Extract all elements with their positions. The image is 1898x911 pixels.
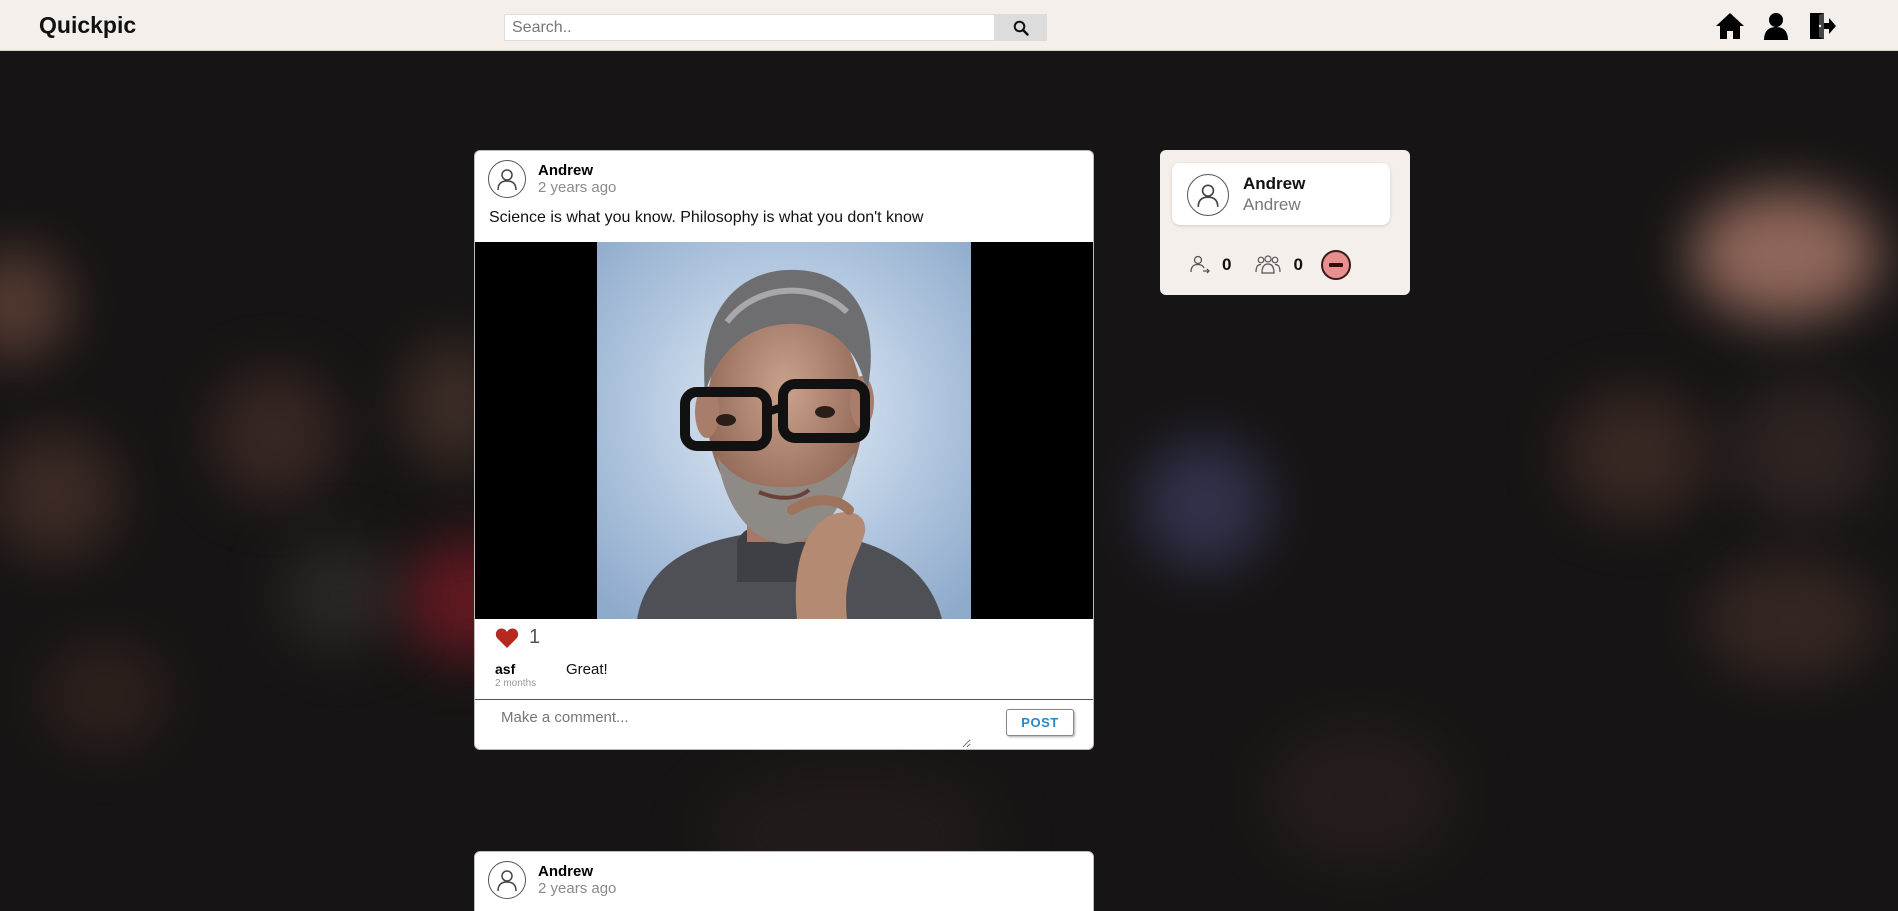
following-stat[interactable]: 0 xyxy=(1190,255,1231,275)
search-bar xyxy=(504,14,1047,41)
post-time: 2 years ago xyxy=(538,880,617,897)
user-avatar-icon xyxy=(497,870,517,892)
like-count: 1 xyxy=(529,626,541,648)
unfollow-button[interactable] xyxy=(1320,250,1351,280)
profile-stats: 0 0 xyxy=(1190,250,1351,280)
nav-icons xyxy=(1714,10,1838,42)
post-caption: Science is what you know. Philosophy is … xyxy=(489,209,924,226)
avatar[interactable] xyxy=(488,861,526,899)
post-author[interactable]: Andrew xyxy=(538,863,593,880)
profile-card: Andrew Andrew 0 0 xyxy=(1160,150,1410,295)
comment-text: Great! xyxy=(566,661,608,678)
post-header: Andrew 2 years ago xyxy=(475,151,1093,207)
post-author[interactable]: Andrew xyxy=(538,162,593,179)
post-image[interactable] xyxy=(597,242,971,619)
post-card: Andrew 2 years ago Science is what you k… xyxy=(474,150,1094,750)
user-avatar-icon xyxy=(497,169,517,191)
comment-item: asf 2 months xyxy=(495,661,536,689)
comment-input[interactable] xyxy=(483,702,971,748)
profile-name: Andrew xyxy=(1243,174,1306,193)
comment-user[interactable]: asf xyxy=(495,661,536,677)
home-icon[interactable] xyxy=(1714,10,1746,42)
search-input[interactable] xyxy=(504,14,995,41)
post-card: Andrew 2 years ago xyxy=(474,851,1094,911)
following-icon xyxy=(1190,255,1210,274)
top-navbar: Quickpic xyxy=(0,0,1898,51)
profile-avatar[interactable] xyxy=(1187,174,1229,216)
logout-icon[interactable] xyxy=(1806,10,1838,42)
user-avatar-icon xyxy=(1197,184,1219,207)
post-image-frame xyxy=(475,242,1093,619)
profile-icon[interactable] xyxy=(1760,10,1792,42)
profile-summary[interactable]: Andrew Andrew xyxy=(1172,163,1390,225)
post-header: Andrew 2 years ago xyxy=(475,852,1093,908)
search-icon xyxy=(1013,20,1029,36)
app-logo[interactable]: Quickpic xyxy=(39,12,136,39)
heart-icon[interactable] xyxy=(495,627,519,649)
followers-icon xyxy=(1255,255,1282,274)
followers-count: 0 xyxy=(1293,255,1303,274)
post-time: 2 years ago xyxy=(538,179,617,196)
followers-stat[interactable]: 0 xyxy=(1255,255,1303,275)
profile-username: Andrew xyxy=(1243,195,1301,214)
search-button[interactable] xyxy=(995,14,1047,41)
comment-time: 2 months xyxy=(495,678,537,689)
following-count: 0 xyxy=(1222,255,1232,274)
avatar[interactable] xyxy=(488,160,526,198)
like-row: 1 xyxy=(495,626,540,649)
minus-icon xyxy=(1328,263,1343,267)
comment-form: POST xyxy=(475,699,1093,749)
post-comment-button[interactable]: POST xyxy=(1006,709,1074,736)
